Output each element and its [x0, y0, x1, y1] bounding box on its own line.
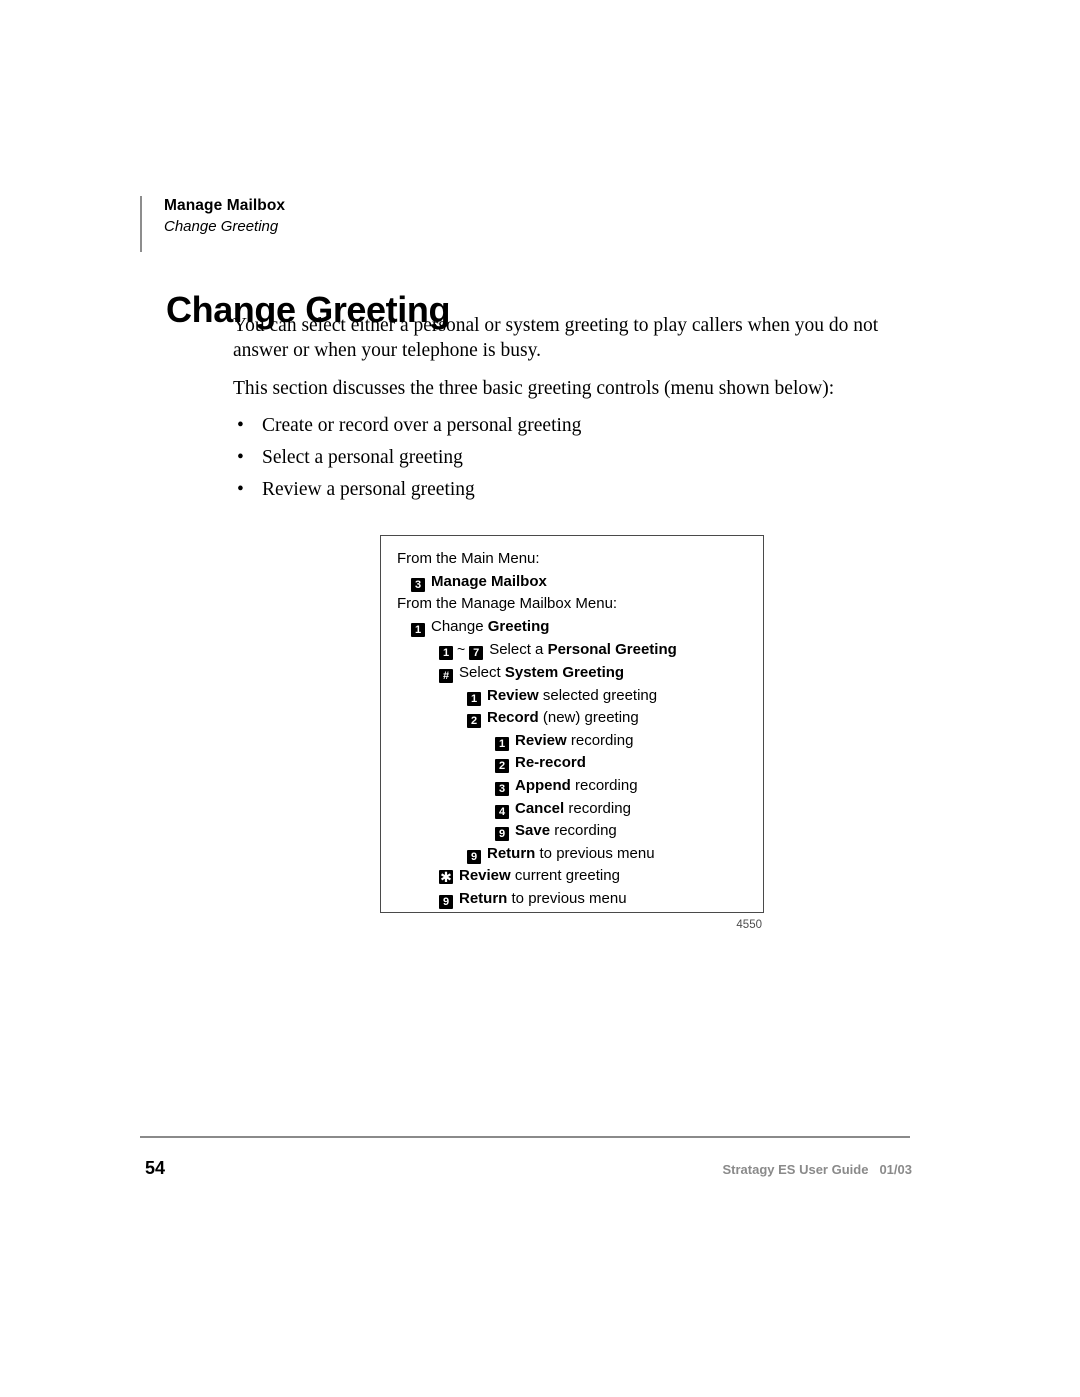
menu-key-badge[interactable]: ✱: [439, 870, 453, 885]
menu-option-keyword: System Greeting: [504, 663, 625, 681]
bullet-dot-icon: •: [237, 478, 244, 500]
menu-key-badge[interactable]: 7: [469, 646, 484, 661]
bullet-list: • Create or record over a personal greeti…: [233, 414, 893, 502]
menu-key-badge[interactable]: #: [439, 668, 453, 683]
intro-paragraph: You can select either a personal or syst…: [233, 315, 879, 361]
menu-option-keyword: Re-record: [515, 754, 586, 772]
menu-option-row[interactable]: 4 Cancel recording: [397, 798, 753, 821]
bullet-item: • Select a personal greeting: [233, 446, 893, 470]
menu-option-text: (new) greeting: [538, 709, 639, 727]
menu-option-row[interactable]: # Select System Greeting: [397, 662, 753, 685]
menu-key-badge[interactable]: 1: [411, 622, 425, 637]
menu-option-keyword: Personal Greeting: [547, 641, 677, 659]
menu-box: From the Main Menu: 3 Manage Mailbox From t…: [380, 535, 764, 913]
menu-key-badge[interactable]: 1: [495, 736, 509, 751]
bullet-item: • Create or record over a personal greeti…: [233, 414, 893, 438]
menu-key-badge[interactable]: 2: [495, 759, 509, 774]
running-header-subtitle: Change Greeting: [164, 218, 279, 235]
menu-option-row[interactable]: 1 Change Greeting: [397, 616, 753, 639]
menu-option-keyword: Cancel: [515, 799, 565, 817]
menu-option-keyword: Save: [515, 822, 551, 840]
menu-option-row[interactable]: 1 Review recording: [397, 730, 753, 753]
footer-date: 01/03: [879, 1162, 912, 1177]
menu-option-row[interactable]: 1 Review selected greeting: [397, 685, 753, 708]
page-number: 54: [145, 1158, 166, 1178]
bullet-item: • Review a personal greeting: [233, 478, 893, 502]
menu-option-text: recording: [564, 799, 631, 817]
menu-option-row[interactable]: ✱ Review current greeting: [397, 865, 753, 888]
menu-option-keyword: Review: [459, 867, 511, 885]
menu-option-text: current greeting: [510, 867, 620, 885]
menu-option-keyword: Return: [459, 889, 508, 907]
bullet-text: Review a personal greeting: [262, 478, 475, 500]
menu-option-text: selected greeting: [538, 686, 658, 704]
body-content: You can select either a personal or syst…: [233, 314, 893, 510]
bullet-text: Select a personal greeting: [262, 446, 463, 468]
menu-key-badge[interactable]: 3: [495, 781, 509, 796]
menu-option-row[interactable]: 3 Manage Mailbox: [397, 571, 753, 594]
menu-key-badge[interactable]: 9: [467, 849, 481, 864]
menu-option-keyword: Greeting: [487, 617, 550, 635]
menu-option-lead-text: Select a: [489, 641, 548, 659]
menu-caption: From the Main Menu:: [397, 548, 753, 571]
running-header: Manage Mailbox Change Greeting: [140, 196, 285, 252]
menu-option-row[interactable]: 2 Record (new) greeting: [397, 707, 753, 730]
menu-key-badge[interactable]: 9: [495, 827, 509, 842]
menu-caption: From the Manage Mailbox Menu:: [397, 593, 753, 616]
menu-option-keyword: Manage Mailbox: [431, 572, 547, 590]
menu-key-badge[interactable]: 1: [439, 646, 453, 661]
menu-option-row[interactable]: 9 Return to previous menu: [397, 843, 753, 866]
menu-key-badge[interactable]: 2: [467, 714, 481, 729]
menu-option-text: recording: [566, 731, 634, 749]
menu-option-row[interactable]: 9 Save recording: [397, 820, 753, 843]
menu-key-badge[interactable]: 4: [495, 804, 509, 819]
bullet-dot-icon: •: [237, 414, 244, 436]
footer-guide-info: Stratagy ES User Guide 01/03: [723, 1162, 913, 1177]
bullet-dot-icon: •: [237, 446, 244, 468]
menu-key-badge[interactable]: 1: [467, 691, 481, 706]
menu-option-row[interactable]: 2 Re-record: [397, 752, 753, 775]
footer-divider: [140, 1136, 910, 1138]
menu-option-keyword: Review: [487, 686, 539, 704]
menu-option-lead-text: Select: [459, 663, 505, 681]
menu-option-keyword: Record: [487, 709, 539, 727]
figure-id: 4550: [736, 919, 762, 931]
menu-option-row[interactable]: 9 Return to previous menu: [397, 888, 753, 911]
menu-option-keyword: Review: [515, 731, 567, 749]
running-header-title: Manage Mailbox: [164, 197, 286, 214]
bullet-text: Create or record over a personal greetin…: [262, 414, 582, 436]
key-range-separator: ~: [457, 641, 466, 658]
menu-option-row[interactable]: 1 ~7 Select a Personal Greeting: [397, 638, 753, 662]
menu-option-row[interactable]: 3 Append recording: [397, 775, 753, 798]
section-intro-paragraph: This section discusses the three basic g…: [233, 378, 835, 399]
menu-figure: From the Main Menu: 3 Manage Mailbox From t…: [380, 535, 764, 931]
menu-option-text: recording: [570, 776, 638, 794]
menu-option-text: to previous menu: [535, 844, 655, 862]
menu-caption-text: From the Main Menu:: [397, 550, 540, 567]
menu-option-text: to previous menu: [507, 889, 627, 907]
menu-option-text: recording: [550, 822, 617, 840]
menu-key-badge[interactable]: 3: [411, 577, 425, 592]
menu-option-lead-text: Change: [431, 617, 488, 635]
footer-guide-name: Stratagy ES User Guide: [722, 1162, 869, 1177]
menu-key-badge[interactable]: 9: [439, 894, 453, 909]
menu-option-keyword: Return: [487, 844, 536, 862]
menu-option-keyword: Append: [515, 776, 571, 794]
menu-caption-text: From the Manage Mailbox Menu:: [397, 595, 618, 613]
